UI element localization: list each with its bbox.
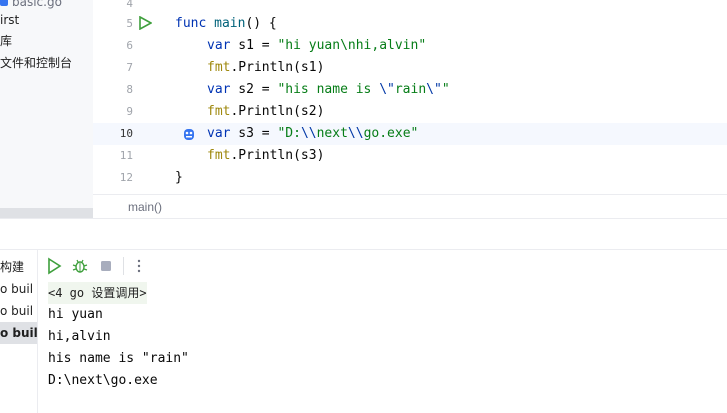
- line-number: 8: [126, 83, 133, 96]
- line-number: 7: [126, 61, 133, 74]
- breadcrumb[interactable]: main(): [93, 194, 727, 219]
- line-number: 6: [126, 39, 133, 52]
- run-toolbar-border: [0, 249, 727, 250]
- code-line-10: var s3 = "D:\\next\\go.exe": [207, 126, 419, 141]
- sidebar-item-library[interactable]: 库: [0, 31, 12, 51]
- debug-bug-icon[interactable]: [71, 257, 89, 275]
- project-sidebar: basic.go irst 库 文件和控制台: [0, 0, 93, 218]
- code-editor[interactable]: 4 5 6 7 8 9 10 11 12 func main() { var s…: [93, 0, 727, 218]
- line-number: 5: [126, 17, 133, 30]
- sidebar-item-files-console[interactable]: 文件和控制台: [0, 53, 72, 73]
- run-config-item-selected[interactable]: o buil: [0, 322, 37, 344]
- sidebar-scrollbar[interactable]: [0, 208, 93, 218]
- run-tool-window: 构建 o buil o buil o buil <4 go 设置调用> hi y…: [0, 219, 727, 413]
- run-config-item[interactable]: 构建: [0, 256, 37, 278]
- run-config-item[interactable]: o buil: [0, 300, 37, 322]
- run-gutter-icon[interactable]: [138, 16, 152, 30]
- line-number: 11: [119, 149, 133, 162]
- console-output-line: hi,alvin: [48, 329, 111, 344]
- debug-breakpoint-icon[interactable]: [182, 127, 196, 141]
- code-line-9: fmt.Println(s2): [207, 104, 325, 119]
- more-vertical-icon[interactable]: [130, 257, 148, 275]
- code-line-8: var s2 = "his name is \"rain\"": [207, 82, 450, 97]
- console-output-line: hi yuan: [48, 307, 103, 322]
- breadcrumb-item[interactable]: main(): [128, 200, 162, 214]
- file-icon: [0, 0, 8, 6]
- line-number-active: 10: [119, 127, 133, 140]
- stop-square-icon[interactable]: [97, 257, 115, 275]
- code-line-11: fmt.Println(s3): [207, 148, 325, 163]
- toolbar-separator: [123, 257, 124, 275]
- code-line-7: fmt.Println(s1): [207, 60, 325, 75]
- run-configurations-list: 构建 o buil o buil o buil: [0, 250, 38, 413]
- code-line-5: func main() {: [175, 16, 277, 31]
- code-line-6: var s1 = "hi yuan\nhi,alvin": [207, 38, 427, 53]
- run-triangle-icon[interactable]: [45, 257, 63, 275]
- line-number: 12: [119, 171, 133, 184]
- console-output-line: D:\next\go.exe: [48, 373, 158, 388]
- sidebar-item-first[interactable]: irst: [0, 10, 19, 30]
- run-config-item[interactable]: o buil: [0, 278, 37, 300]
- code-line-12: }: [175, 170, 183, 185]
- console-output-line: his name is "rain": [48, 351, 189, 366]
- console-command-line: <4 go 设置调用>: [48, 282, 147, 304]
- line-number: 9: [126, 105, 133, 118]
- editor-gutter: 4 5 6 7 8 9 10 11 12: [93, 0, 168, 194]
